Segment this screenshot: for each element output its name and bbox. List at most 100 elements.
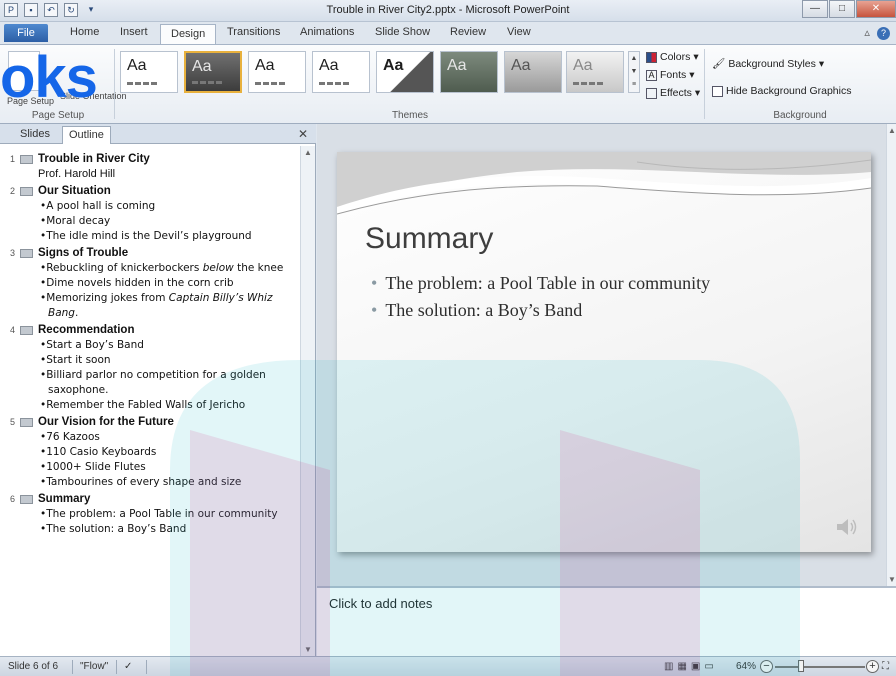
outline-view[interactable]: 1 Trouble in River City Prof. Harold Hil… [0, 146, 300, 656]
zoom-out-icon[interactable]: − [760, 660, 773, 673]
slide-sorter-icon[interactable]: ▦ [677, 661, 690, 672]
themes-scroll-arrows[interactable]: ▲ ▼ ≡ [628, 51, 640, 93]
zoom-level[interactable]: 64% [736, 661, 756, 672]
tab-outline[interactable]: Outline [62, 126, 111, 144]
theme-flow[interactable]: Aa [184, 51, 242, 93]
slide-icon [20, 495, 33, 504]
theme-5[interactable]: Aa [376, 51, 434, 93]
notes-placeholder[interactable]: Click to add notes [329, 596, 432, 611]
theme-7[interactable]: Aa [504, 51, 562, 93]
slides-outline-pane: Slides Outline ✕ 1 Trouble in River City… [0, 124, 316, 656]
theme-office[interactable]: Aa [120, 51, 178, 93]
theme-4[interactable]: Aa [312, 51, 370, 93]
slide-bullet: The solution: a Boy’s Band [371, 297, 710, 324]
speaker-icon[interactable] [835, 516, 857, 538]
zoom-slider-knob[interactable] [798, 660, 804, 672]
pane-tabs: Slides Outline ✕ [0, 124, 316, 144]
slide-icon [20, 326, 33, 335]
background-styles-button[interactable]: 🖌 Background Styles ▾ [712, 57, 824, 71]
tab-insert[interactable]: Insert [120, 26, 148, 38]
outline-bullet: 110 Casio Keyboards [38, 445, 300, 460]
themes-group-label: Themes [391, 110, 429, 121]
outline-scrollbar[interactable]: ▲ ▼ [300, 146, 315, 656]
slide-wave-decoration [337, 152, 871, 215]
spell-check-icon[interactable]: ✓ [124, 661, 132, 672]
slide-number: 1 [10, 154, 16, 164]
tab-design[interactable]: Design [160, 24, 217, 45]
close-pane-icon[interactable]: ✕ [298, 127, 308, 141]
outline-bullet: 1000+ Slide Flutes [38, 460, 300, 475]
outline-bullet: A pool hall is coming [38, 199, 300, 214]
fonts-icon: A [646, 69, 657, 81]
fit-to-window-icon[interactable]: ⛶ [882, 661, 889, 672]
tab-slide-show[interactable]: Slide Show [375, 26, 430, 38]
effects-icon [646, 87, 657, 99]
maximize-icon[interactable]: □ [829, 0, 855, 18]
normal-view-icon[interactable]: ▥ [664, 661, 677, 672]
window-controls: — □ ✕ [801, 0, 896, 18]
scroll-down-icon[interactable]: ▼ [888, 575, 896, 584]
effects-button[interactable]: Effects ▾ [646, 87, 700, 99]
tab-file[interactable]: File [4, 24, 48, 42]
tab-slides[interactable]: Slides [14, 126, 56, 144]
checkbox-icon [712, 85, 723, 97]
fonts-button[interactable]: A Fonts ▾ [646, 69, 695, 81]
colors-button[interactable]: Colors ▾ [646, 51, 699, 63]
close-icon[interactable]: ✕ [856, 0, 896, 18]
slide-title[interactable]: Summary [365, 222, 493, 256]
colors-icon [646, 51, 657, 63]
tab-review[interactable]: Review [450, 26, 486, 38]
tab-animations[interactable]: Animations [300, 26, 354, 38]
theme-8[interactable]: Aa [566, 51, 624, 93]
outline-bullet: The problem: a Pool Table in our communi… [38, 507, 300, 522]
ribbon-separator [704, 49, 705, 119]
slide-number: 5 [10, 417, 16, 427]
notes-pane[interactable]: Click to add notes [317, 586, 896, 656]
outline-slide-2[interactable]: 2 Our Situation A pool hall is coming Mo… [0, 183, 300, 244]
slide-show-icon[interactable]: ▭ [704, 661, 717, 672]
current-slide[interactable]: Summary The problem: a Pool Table in our… [337, 152, 871, 552]
outline-bullet: Rebuckling of knickerbockers below the k… [38, 261, 300, 276]
scroll-down-icon[interactable]: ▼ [304, 645, 312, 654]
tab-home[interactable]: Home [70, 26, 99, 38]
outline-slide-4[interactable]: 4 Recommendation Start a Boy’s Band Star… [0, 322, 300, 413]
outline-slide-3[interactable]: 3 Signs of Trouble Rebuckling of knicker… [0, 245, 300, 321]
reading-view-icon[interactable]: ▣ [691, 661, 704, 672]
outline-slide-5[interactable]: 5 Our Vision for the Future 76 Kazoos 11… [0, 414, 300, 490]
theme-name: "Flow" [80, 661, 109, 672]
help-icon[interactable]: ? [877, 27, 890, 40]
outline-slide-1[interactable]: 1 Trouble in River City Prof. Harold Hil… [0, 151, 300, 182]
outline-bullet: The solution: a Boy’s Band [38, 522, 300, 537]
zoom-slider[interactable] [775, 666, 865, 668]
outline-bullet: 76 Kazoos [38, 430, 300, 445]
outline-bullet: Billiard parlor no competition for a gol… [38, 368, 300, 383]
slide-icon [20, 187, 33, 196]
outline-bullet: The idle mind is the Devil’s playground [38, 229, 300, 244]
theme-6[interactable]: Aa [440, 51, 498, 93]
slide-title: Trouble in River City [38, 153, 150, 165]
zoom-in-icon[interactable]: + [866, 660, 879, 673]
slide-title: Our Situation [38, 185, 111, 197]
theme-3[interactable]: Aa [248, 51, 306, 93]
slide-body[interactable]: The problem: a Pool Table in our communi… [371, 270, 710, 324]
status-separator [116, 660, 117, 674]
tab-view[interactable]: View [507, 26, 531, 38]
outline-bullet: Dime novels hidden in the corn crib [38, 276, 300, 291]
slide-title: Our Vision for the Future [38, 416, 174, 428]
scroll-up-icon[interactable]: ▲ [304, 148, 312, 157]
window-title: Trouble in River City2.pptx - Microsoft … [326, 4, 570, 16]
tab-transitions[interactable]: Transitions [227, 26, 280, 38]
ribbon: Page Setup Slide Orientation Page Setup … [0, 44, 896, 124]
slide-scrollbar[interactable]: ▲ ▼ [886, 124, 896, 586]
slide-number: 3 [10, 248, 16, 258]
slide-number: 6 [10, 494, 16, 504]
title-bar: P ▪ ↶ ↻ ▾ Trouble in River City2.pptx - … [0, 0, 896, 22]
slide-bullet: The problem: a Pool Table in our communi… [371, 270, 710, 297]
status-separator [72, 660, 73, 674]
outline-bullet-continuation: saxophone. [48, 384, 109, 396]
hide-background-graphics-checkbox[interactable]: Hide Background Graphics [712, 85, 851, 97]
scroll-up-icon[interactable]: ▲ [888, 126, 896, 135]
outline-slide-6[interactable]: 6 Summary The problem: a Pool Table in o… [0, 491, 300, 537]
minimize-icon[interactable]: — [802, 0, 828, 18]
minimize-ribbon-icon[interactable]: ▵ [864, 27, 870, 39]
